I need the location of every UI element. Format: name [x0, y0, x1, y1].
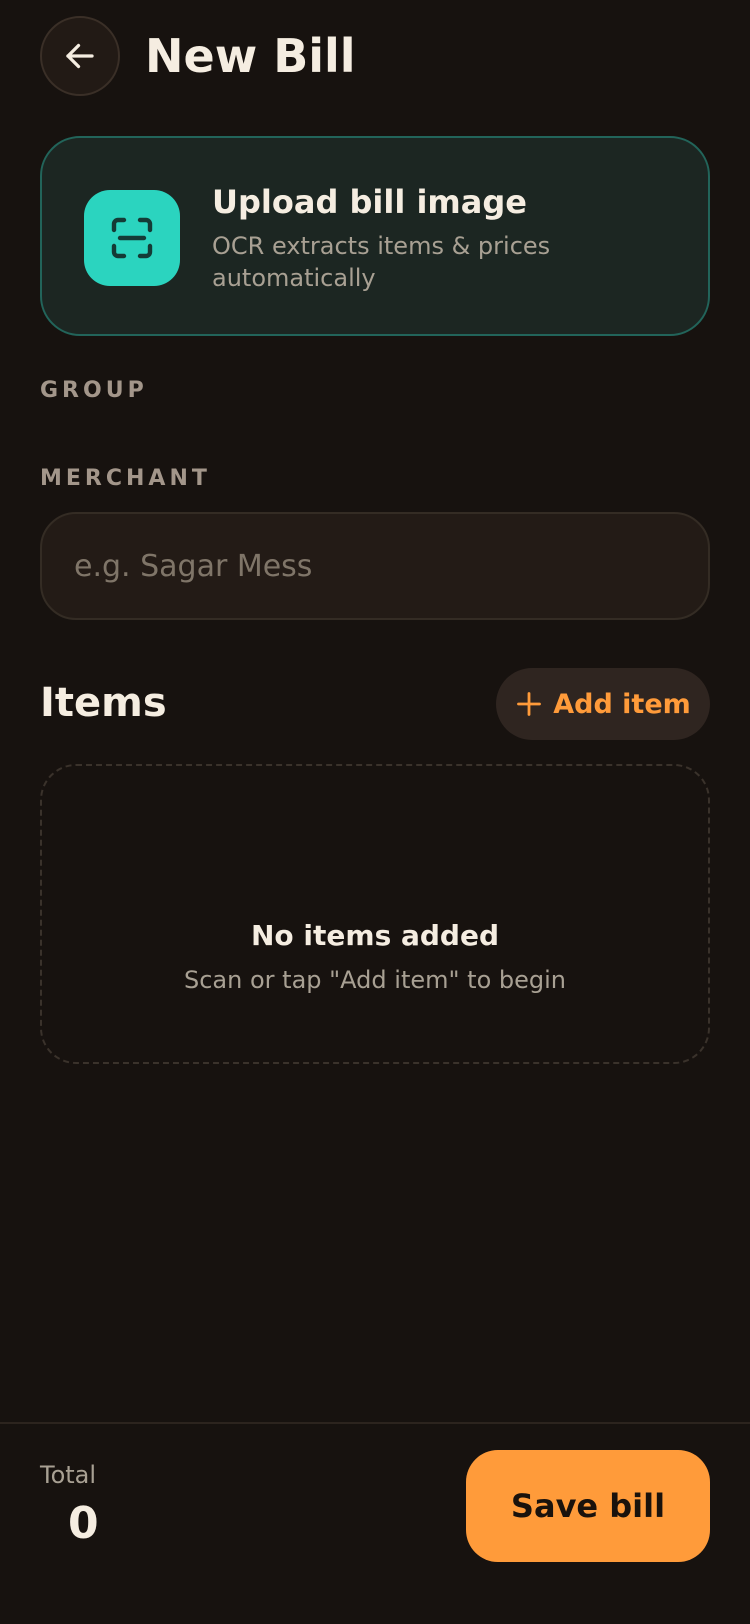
plus-icon	[517, 692, 542, 716]
add-item-button[interactable]: Add item	[496, 668, 710, 740]
arrow-left-icon	[66, 43, 94, 69]
group-label: GROUP	[40, 378, 148, 403]
footer-bar: Total 0 Save bill	[0, 1422, 750, 1624]
upload-subtitle: OCR extracts items & prices automaticall…	[212, 232, 551, 292]
back-button[interactable]	[40, 16, 120, 96]
upload-title: Upload bill image	[212, 183, 527, 221]
page-title: New Bill	[145, 29, 356, 83]
scan-icon-tile	[84, 190, 180, 286]
empty-title: No items added	[251, 919, 499, 952]
save-bill-button[interactable]: Save bill	[466, 1450, 710, 1562]
total-value: 0	[68, 1498, 99, 1549]
new-bill-screen: New Bill Upload bill image OCR extracts …	[0, 0, 750, 1624]
merchant-label: MERCHANT	[40, 466, 211, 491]
upload-bill-card[interactable]: Upload bill image OCR extracts items & p…	[40, 136, 710, 336]
empty-subtitle: Scan or tap "Add item" to begin	[184, 966, 566, 994]
items-title: Items	[40, 680, 167, 726]
total-label: Total	[40, 1461, 97, 1489]
scan-icon	[111, 217, 153, 259]
merchant-input[interactable]	[40, 512, 710, 620]
items-empty-state: No items added Scan or tap "Add item" to…	[40, 764, 710, 1064]
add-item-label: Add item	[553, 688, 691, 720]
